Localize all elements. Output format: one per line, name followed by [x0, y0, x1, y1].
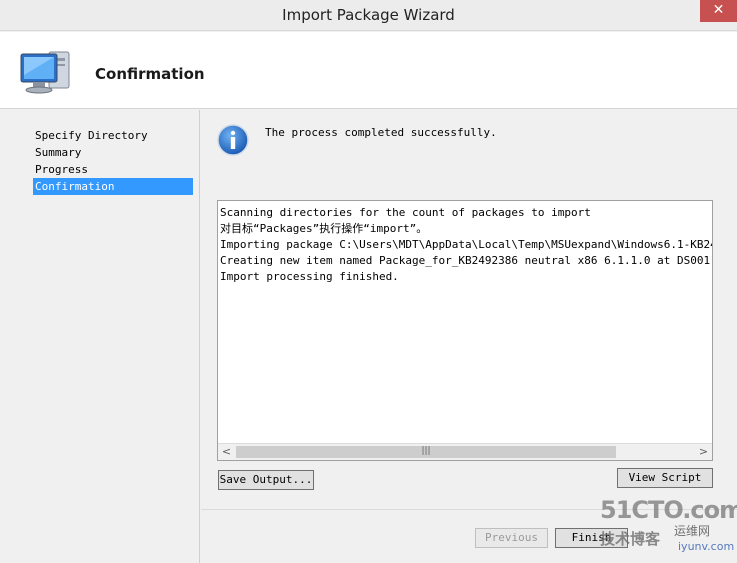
log-line: 对目标“Packages”执行操作“import”。	[220, 222, 428, 235]
save-output-button[interactable]: Save Output...	[218, 470, 314, 490]
sidebar-item-specify-directory[interactable]: Specify Directory	[33, 127, 193, 144]
log-line: Creating new item named Package_for_KB24…	[220, 254, 712, 267]
footer-separator	[201, 509, 737, 510]
view-script-button[interactable]: View Script	[617, 468, 713, 488]
close-button[interactable]: ✕	[700, 0, 737, 22]
wizard-window: Import Package Wizard ✕ Confirmation Spe…	[0, 0, 737, 563]
output-log[interactable]: Scanning directories for the count of pa…	[217, 200, 713, 461]
log-line: Import processing finished.	[220, 270, 399, 283]
computer-icon	[20, 51, 70, 94]
scroll-right-arrow-icon[interactable]: >	[695, 444, 712, 460]
scrollbar-thumb[interactable]: |||	[236, 446, 616, 458]
sidebar-item-confirmation[interactable]: Confirmation	[33, 178, 193, 195]
info-icon	[217, 124, 249, 156]
wizard-steps-sidebar: Specify Directory Summary Progress Confi…	[0, 110, 200, 563]
scroll-left-arrow-icon[interactable]: <	[218, 444, 235, 460]
title-bar: Import Package Wizard ✕	[0, 0, 737, 31]
sidebar-item-progress[interactable]: Progress	[33, 161, 193, 178]
horizontal-scrollbar[interactable]: < ||| >	[218, 443, 712, 460]
close-icon: ✕	[712, 2, 725, 18]
sidebar-item-summary[interactable]: Summary	[33, 144, 193, 161]
log-lines: Scanning directories for the count of pa…	[220, 205, 712, 285]
previous-button[interactable]: Previous	[475, 528, 548, 548]
finish-button[interactable]: Finish	[555, 528, 628, 548]
status-message: The process completed successfully.	[265, 126, 497, 139]
page-title: Confirmation	[95, 65, 205, 83]
wizard-header: Confirmation	[0, 32, 737, 109]
window-title: Import Package Wizard	[282, 6, 455, 24]
log-line: Importing package C:\Users\MDT\AppData\L…	[220, 238, 712, 251]
log-line: Scanning directories for the count of pa…	[220, 206, 591, 219]
